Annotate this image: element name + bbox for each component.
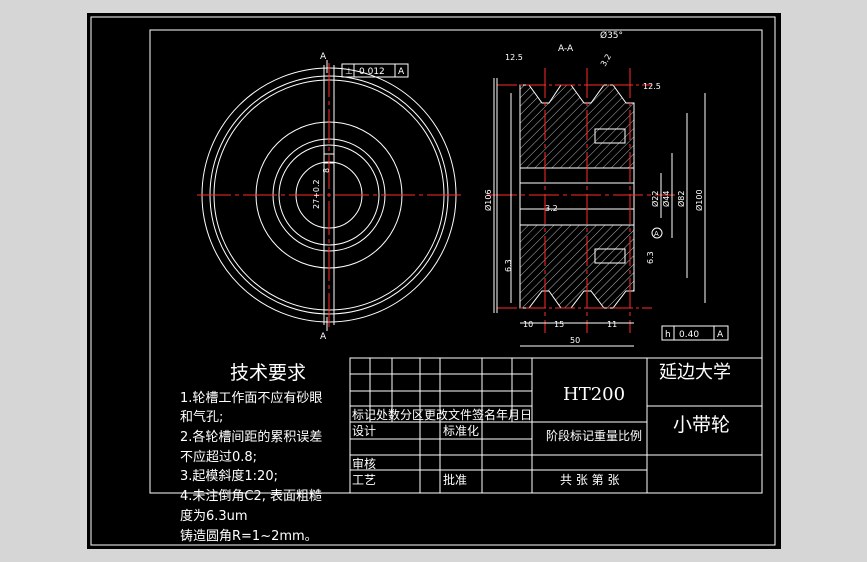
dim-d100: Ø100 [694, 189, 704, 211]
tech-title: 技术要求 [230, 362, 306, 384]
tolerance-top-datum: A [398, 67, 405, 77]
lower-rim [519, 224, 635, 309]
roughness-2: 3.2 [599, 52, 613, 68]
part-name: 小带轮 [673, 414, 730, 436]
roughness-5: 6.3 [504, 259, 513, 272]
title-block[interactable]: HT200 延边大学 小带轮 标记处数分区更改文件签名年月日 设计 标准化 阶段… [349, 357, 763, 494]
upper-rim [519, 84, 635, 169]
dim-d22: Ø22 [650, 191, 660, 207]
cut-label-top: A [320, 52, 327, 62]
school-name: 延边大学 [659, 362, 731, 383]
dim-d82: Ø82 [676, 191, 686, 207]
dim-w15: 15 [554, 320, 564, 329]
row-header: 标记处数分区更改文件签名年月日 [352, 407, 532, 422]
cad-drawing-canvas[interactable]: A A 27+0.2 8 ⊥ 0.012 A A-A Ø35° Ø106 Ø22… [87, 13, 781, 549]
cut-label-bottom: A [320, 332, 327, 342]
dim-w10: 10 [523, 320, 533, 329]
dim-w11: 11 [607, 320, 617, 329]
datum-mark: A [654, 230, 659, 238]
keyway-dimension: 27+0.2 [312, 179, 321, 209]
tech-line-5: 3.起模斜度1:20; [180, 468, 278, 484]
outer-frame [90, 16, 776, 546]
tolerance-top-value: 0.012 [359, 67, 385, 77]
front-view[interactable]: A A 27+0.2 8 ⊥ 0.012 A [197, 52, 461, 342]
section-label: A-A [558, 44, 574, 54]
roughness-6: 6.3 [646, 251, 655, 264]
design-label: 设计 [352, 424, 376, 438]
tech-line-2: 和气孔; [180, 409, 223, 425]
sheets-label: 共 张 第 张 [560, 473, 619, 487]
tolerance-top-symbol: ⊥ [345, 67, 353, 77]
keyway-dimension-2: 8 [322, 168, 331, 173]
tech-line-4: 不应超过0.8; [180, 449, 257, 465]
review-label: 审核 [352, 456, 376, 471]
tech-requirements: 技术要求 1.轮槽工作面不应有砂眼 和气孔; 2.各轮槽间距的累积误差 不应超过… [180, 362, 322, 544]
dim-overall-width: 50 [570, 336, 580, 345]
tech-line-6: 4.未注倒角C2, 表面粗糙 [180, 489, 322, 504]
approve-label: 批准 [443, 472, 467, 487]
roughness-3: 12.5 [643, 82, 661, 91]
section-view[interactable]: A-A Ø35° Ø106 Ø22 Ø44 Ø82 Ø100 A 12.5 3.… [483, 30, 729, 347]
tolerance-bottom-datum: A [717, 330, 724, 340]
stage-label: 阶段标记重量比例 [546, 428, 642, 443]
roughness-4: 3.2 [545, 204, 558, 213]
tech-line-8: 铸造圆角R=1~2mm。 [180, 528, 318, 544]
tech-line-1: 1.轮槽工作面不应有砂眼 [180, 390, 322, 406]
dim-d106: Ø106 [483, 189, 493, 211]
angle-dimension: Ø35° [600, 30, 623, 41]
tolerance-bottom-symbol: h [665, 330, 671, 340]
process-label: 工艺 [352, 473, 376, 487]
dim-d44: Ø44 [661, 191, 671, 207]
tech-line-3: 2.各轮槽间距的累积误差 [180, 429, 322, 445]
standardize-label: 标准化 [443, 424, 479, 438]
roughness-1: 12.5 [505, 53, 523, 62]
tolerance-bottom-value: 0.40 [679, 330, 699, 340]
tech-line-7: 度为6.3um [180, 508, 248, 524]
material-label: HT200 [563, 384, 625, 405]
